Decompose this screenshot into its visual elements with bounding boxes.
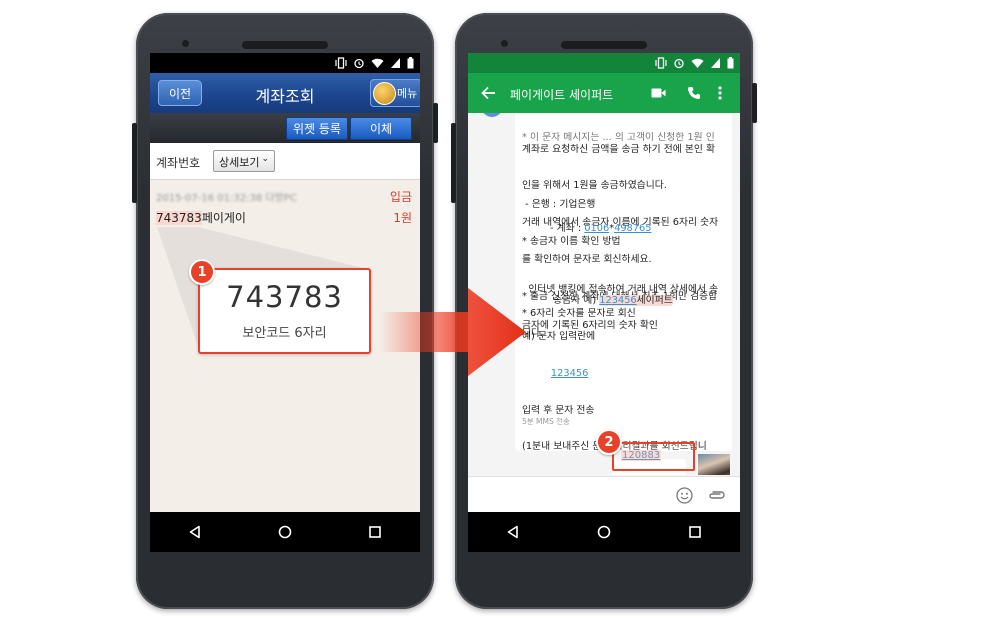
flow-arrow bbox=[380, 288, 526, 376]
sender-avatar bbox=[481, 113, 503, 117]
bank-line: - 은행 : 기업은행 bbox=[522, 199, 596, 210]
chat-header: 페이게이트 세이퍼트 bbox=[468, 73, 740, 113]
example-code-link[interactable]: 123456 bbox=[599, 295, 636, 306]
message-line: 인을 위해서 1원을 송금하였습니다. bbox=[522, 180, 667, 192]
speaker-grille bbox=[561, 41, 647, 49]
reply-code[interactable]: 120883 bbox=[621, 450, 662, 461]
recents-square-icon[interactable] bbox=[688, 525, 702, 539]
message-meta: 5분 MMS 전송 bbox=[522, 417, 570, 426]
reply-title: * 6자리 숫자를 문자로 회신 bbox=[522, 308, 636, 319]
video-call-icon[interactable] bbox=[651, 87, 666, 99]
callout-number-badge: 1 bbox=[189, 259, 215, 285]
arrow-back-icon[interactable] bbox=[481, 86, 496, 100]
signal-icon bbox=[711, 58, 720, 68]
attach-icon[interactable] bbox=[708, 489, 726, 501]
reply-code-callout: 120883 bbox=[612, 442, 695, 471]
side-button bbox=[752, 83, 757, 123]
input-title: 예) 문자 입력란에 bbox=[522, 331, 596, 342]
more-vert-icon[interactable] bbox=[718, 86, 722, 100]
callout-code: 743783 bbox=[226, 280, 343, 314]
phone-call-icon[interactable] bbox=[687, 86, 701, 100]
alarm-icon bbox=[674, 58, 684, 69]
back-triangle-icon[interactable] bbox=[506, 525, 520, 539]
emoji-icon[interactable] bbox=[676, 487, 693, 504]
nav-bar bbox=[468, 512, 740, 552]
vibrate-icon bbox=[655, 57, 667, 69]
side-button bbox=[451, 123, 456, 203]
example-prefix: 송금자 예) bbox=[546, 295, 600, 307]
user-avatar bbox=[698, 454, 730, 475]
example-suffix: 세이퍼트 bbox=[636, 295, 673, 307]
wifi-icon bbox=[691, 58, 704, 68]
callout-caption: 보안코드 6자리 bbox=[242, 326, 327, 341]
home-circle-icon[interactable] bbox=[597, 525, 611, 539]
security-code-callout: 743783 보안코드 6자리 bbox=[198, 268, 371, 354]
battery-icon bbox=[727, 57, 734, 69]
chat-title: 페이게이트 세이퍼트 bbox=[510, 88, 614, 102]
status-bar bbox=[468, 53, 740, 73]
account-link-a[interactable]: 0106 bbox=[584, 223, 609, 234]
compose-bar bbox=[468, 476, 740, 513]
front-camera bbox=[501, 40, 508, 47]
account-link-b[interactable]: 498765 bbox=[614, 223, 651, 234]
input-code-link[interactable]: 123456 bbox=[551, 368, 588, 379]
message-line: 계좌로 요청하신 금액을 송금 하기 전에 본인 확 bbox=[522, 143, 716, 155]
method-title: * 송금자 이름 확인 방법 bbox=[522, 236, 621, 247]
account-prefix: - 계좌 : bbox=[546, 223, 585, 235]
compose-input[interactable] bbox=[472, 481, 667, 509]
example-highlight: 123456세이퍼트 bbox=[599, 295, 673, 307]
reply-number-badge: 2 bbox=[596, 429, 622, 455]
